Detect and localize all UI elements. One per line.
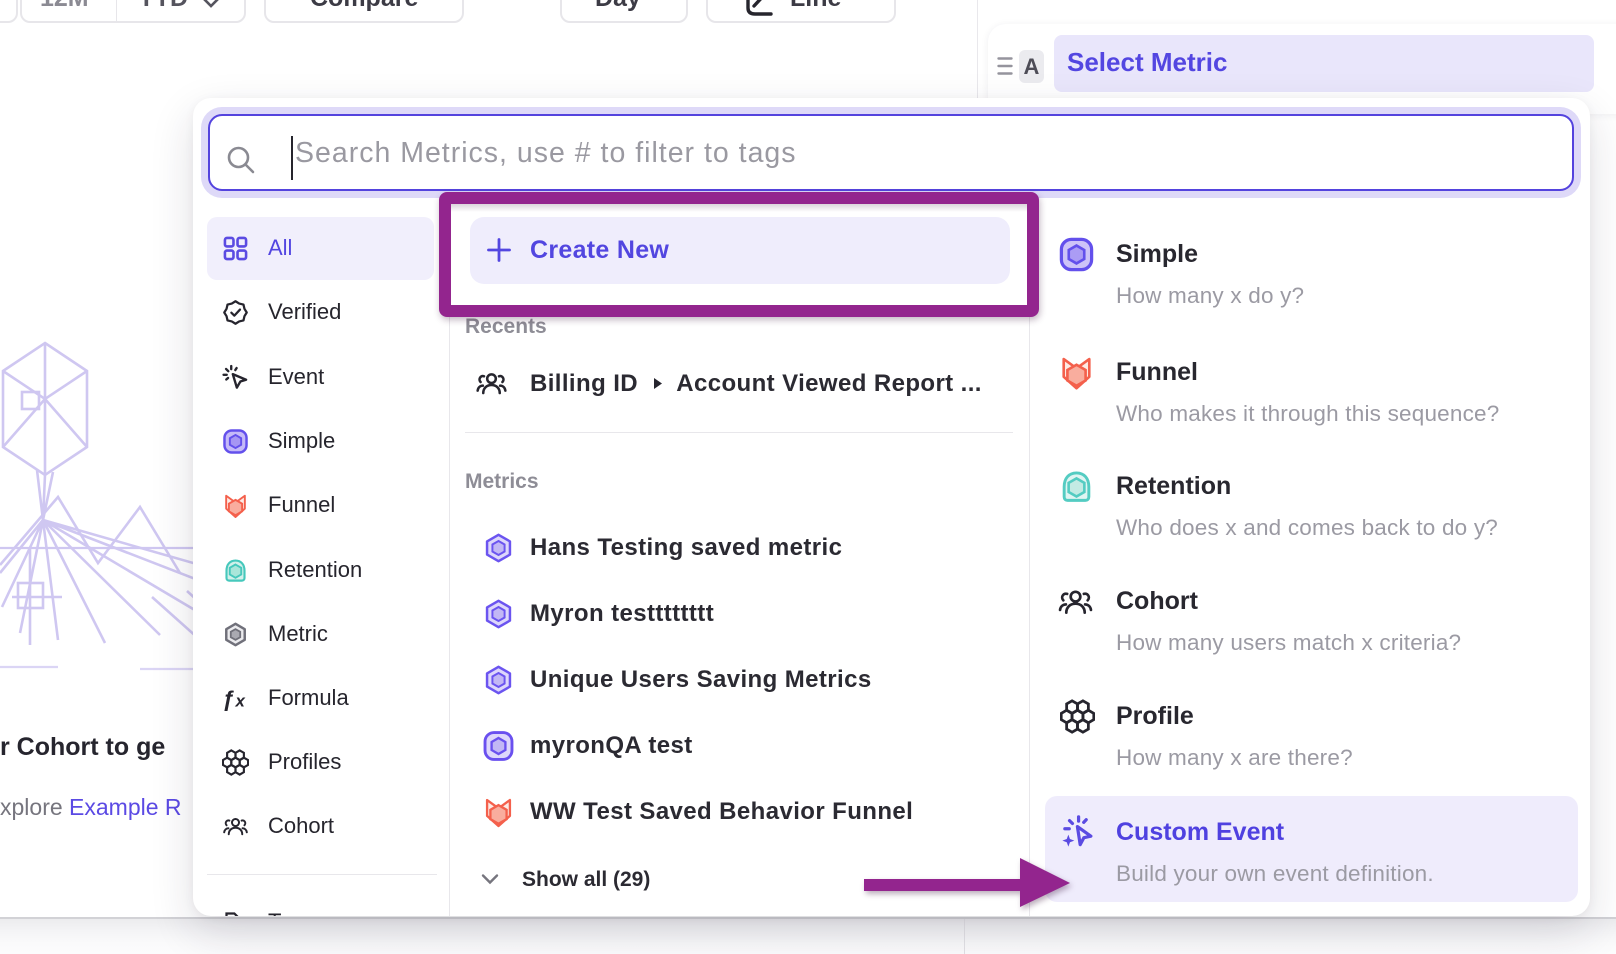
svg-text:ƒ: ƒ xyxy=(222,686,235,711)
svg-text:x: x xyxy=(235,691,246,710)
